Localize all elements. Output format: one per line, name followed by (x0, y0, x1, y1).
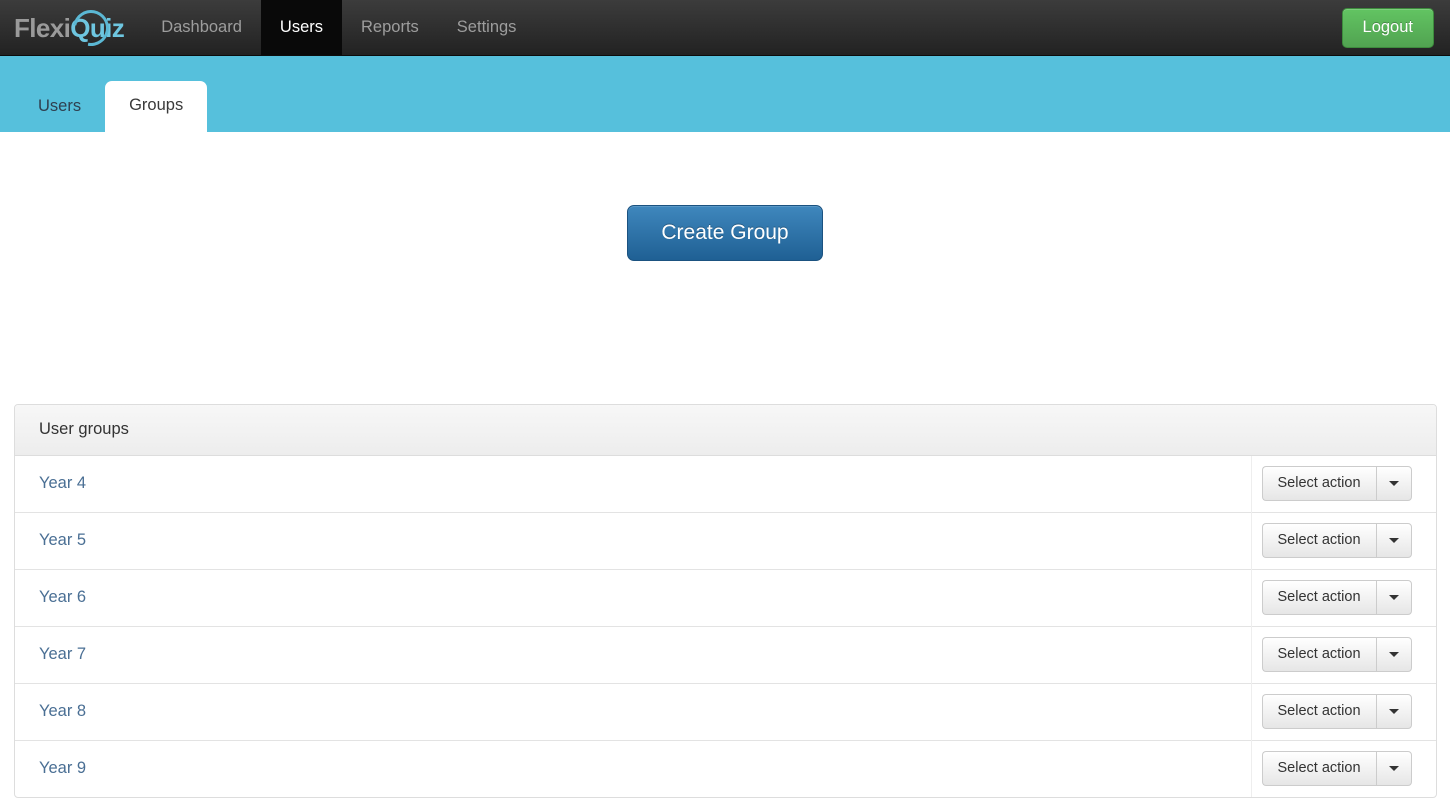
table-row: Year 5 Select action (15, 512, 1436, 570)
nav-link-users[interactable]: Users (260, 0, 343, 55)
select-action-dropdown: Select action (1261, 694, 1412, 729)
select-action-button[interactable]: Select action (1261, 751, 1376, 786)
dropdown-toggle-button[interactable] (1375, 466, 1412, 501)
group-name-cell: Year 8 (15, 683, 1252, 741)
tab-users[interactable]: Users (14, 83, 105, 132)
select-action-button[interactable]: Select action (1261, 694, 1376, 729)
select-action-dropdown: Select action (1261, 751, 1412, 786)
table-row: Year 7 Select action (15, 626, 1436, 684)
chevron-down-icon (1388, 651, 1399, 657)
nav-link-settings[interactable]: Settings (438, 0, 536, 55)
chevron-down-icon (1388, 537, 1399, 543)
chevron-down-icon (1388, 708, 1399, 714)
group-link-year-7[interactable]: Year 7 (39, 645, 86, 663)
flexiquiz-logo: FlexiQuiz (14, 2, 125, 53)
group-link-year-4[interactable]: Year 4 (39, 474, 86, 492)
create-group-container: Create Group (0, 132, 1450, 262)
logo-arc-icon (65, 2, 117, 53)
dropdown-toggle-button[interactable] (1375, 637, 1412, 672)
nav-link-dashboard[interactable]: Dashboard (142, 0, 261, 55)
top-navbar: FlexiQuiz Dashboard Users Reports Settin… (0, 0, 1450, 56)
panel-title: User groups (15, 405, 1436, 456)
dropdown-toggle-button[interactable] (1375, 580, 1412, 615)
group-name-cell: Year 7 (15, 626, 1252, 684)
table-row: Year 6 Select action (15, 569, 1436, 627)
brand-logo[interactable]: FlexiQuiz (0, 0, 142, 55)
user-groups-panel: User groups Year 4 Select action Year 5 … (14, 404, 1437, 798)
table-row: Year 8 Select action (15, 683, 1436, 741)
group-link-year-6[interactable]: Year 6 (39, 588, 86, 606)
select-action-button[interactable]: Select action (1261, 580, 1376, 615)
group-action-cell: Select action (1251, 570, 1436, 627)
group-action-cell: Select action (1251, 456, 1436, 513)
dropdown-toggle-button[interactable] (1375, 694, 1412, 729)
logout-button[interactable]: Logout (1341, 7, 1434, 48)
dropdown-toggle-button[interactable] (1375, 751, 1412, 786)
group-name-cell: Year 9 (15, 740, 1252, 797)
table-row: Year 9 Select action (15, 740, 1436, 798)
group-name-cell: Year 4 (15, 456, 1252, 513)
logo-text-flexi: Flexi (14, 12, 71, 43)
tab-groups[interactable]: Groups (105, 81, 208, 132)
group-link-year-5[interactable]: Year 5 (39, 531, 86, 549)
select-action-dropdown: Select action (1261, 523, 1412, 558)
chevron-down-icon (1388, 480, 1399, 486)
select-action-button[interactable]: Select action (1261, 466, 1376, 501)
group-link-year-9[interactable]: Year 9 (39, 759, 86, 777)
select-action-dropdown: Select action (1261, 580, 1412, 615)
select-action-button[interactable]: Select action (1261, 637, 1376, 672)
chevron-down-icon (1388, 594, 1399, 600)
chevron-down-icon (1388, 765, 1399, 771)
group-action-cell: Select action (1251, 684, 1436, 741)
group-action-cell: Select action (1251, 741, 1436, 798)
group-link-year-8[interactable]: Year 8 (39, 702, 86, 720)
user-groups-table-body: Year 4 Select action Year 5 Select actio… (15, 456, 1436, 797)
select-action-dropdown: Select action (1261, 637, 1412, 672)
group-name-cell: Year 6 (15, 569, 1252, 627)
sub-navigation-bar: Users Groups (0, 56, 1450, 132)
user-groups-table: Year 4 Select action Year 5 Select actio… (15, 456, 1436, 797)
table-row: Year 4 Select action (15, 456, 1436, 513)
logout-container: Logout (1341, 0, 1450, 55)
primary-nav: Dashboard Users Reports Settings (142, 0, 535, 55)
select-action-button[interactable]: Select action (1261, 523, 1376, 558)
group-name-cell: Year 5 (15, 512, 1252, 570)
group-action-cell: Select action (1251, 513, 1436, 570)
nav-link-reports[interactable]: Reports (342, 0, 438, 55)
main-content: Create Group User groups Year 4 Select a… (0, 132, 1450, 798)
create-group-button[interactable]: Create Group (627, 205, 823, 262)
dropdown-toggle-button[interactable] (1375, 523, 1412, 558)
group-action-cell: Select action (1251, 627, 1436, 684)
select-action-dropdown: Select action (1261, 466, 1412, 501)
